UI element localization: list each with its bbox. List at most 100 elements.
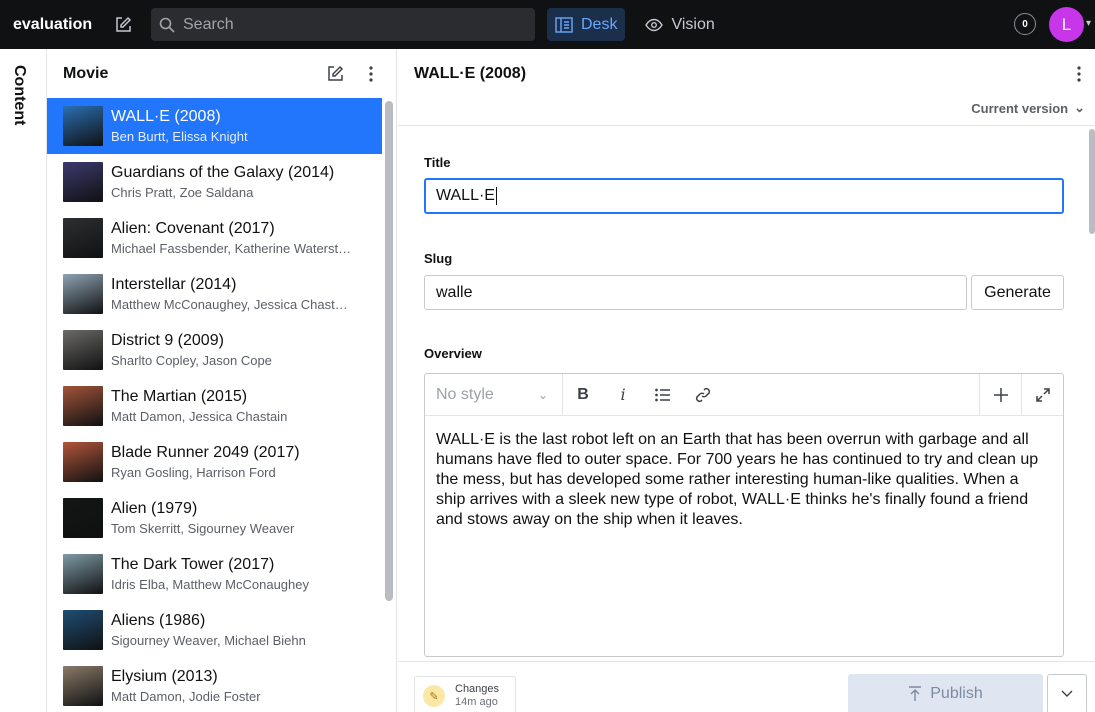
list-title: Movie — [63, 64, 109, 82]
list-item-title: District 9 (2009) — [111, 332, 224, 349]
list-item[interactable]: Aliens (1986) Sigourney Weaver, Michael B… — [47, 602, 382, 658]
chevron-down-icon — [1061, 690, 1073, 697]
editor-toolbar-actions — [979, 374, 1063, 416]
tool-vision[interactable]: Vision — [637, 8, 722, 41]
compose-icon[interactable] — [111, 13, 135, 37]
list-item[interactable]: Blade Runner 2049 (2017) Ryan Gosling, Ha… — [47, 434, 382, 490]
chevron-down-icon: ⌄ — [537, 387, 548, 402]
app-name[interactable]: evaluation — [13, 16, 103, 34]
add-block-icon[interactable] — [979, 374, 1021, 416]
title-field[interactable]: WALL·E — [424, 178, 1064, 214]
list-item-subtitle: Tom Skerritt, Sigourney Weaver — [111, 521, 295, 536]
chevron-down-icon[interactable]: ▾ — [1086, 18, 1091, 29]
list-item-text: WALL·E (2008) Ben Burtt, Elissa Knight — [111, 108, 371, 144]
list-item[interactable]: Interstellar (2014) Matthew McConaughey, … — [47, 266, 382, 322]
top-navbar: evaluation Desk Vision 0 L ▾ — [0, 0, 1095, 49]
tool-desk[interactable]: Desk — [547, 8, 626, 41]
chevron-down-icon: ⌄ — [1074, 100, 1085, 115]
list-item-text: Alien: Covenant (2017) Michael Fassbender… — [111, 220, 371, 256]
rail-content-label[interactable]: Content — [10, 65, 28, 125]
version-selector[interactable]: Current version ⌄ — [971, 100, 1085, 116]
overview-text[interactable]: WALL·E is the last robot left on an Eart… — [425, 416, 1063, 544]
document-scrollbar[interactable] — [1089, 129, 1095, 234]
list-item-title: Elysium (2013) — [111, 668, 218, 685]
list-item[interactable]: Guardians of the Galaxy (2014) Chris Prat… — [47, 154, 382, 210]
list-item-text: Elysium (2013) Matt Damon, Jodie Foster — [111, 668, 371, 704]
movie-poster-thumbnail — [63, 610, 103, 650]
search-input[interactable] — [183, 15, 523, 34]
movie-poster-thumbnail — [63, 218, 103, 258]
tool-desk-label: Desk — [581, 15, 618, 33]
bullet-list-icon[interactable] — [643, 374, 683, 416]
style-select[interactable]: No style ⌄ — [425, 373, 563, 416]
document-editor-pane: WALL·E (2008) Current version ⌄ Title WA… — [398, 49, 1095, 712]
list-item-text: Alien (1979) Tom Skerritt, Sigourney Weav… — [111, 500, 371, 536]
list-item-title: Alien (1979) — [111, 500, 198, 517]
user-avatar[interactable]: L — [1049, 7, 1084, 42]
document-list-pane: Movie WALL·E (2008) Ben Burtt, Elissa Kni… — [47, 49, 397, 712]
list-item-subtitle: Michael Fassbender, Katherine Waterst… — [111, 241, 352, 256]
list-item-subtitle: Idris Elba, Matthew McConaughey — [111, 577, 309, 592]
movie-poster-thumbnail — [63, 666, 103, 706]
text-caret — [495, 187, 497, 205]
list-item-subtitle: Matt Damon, Jessica Chastain — [111, 409, 288, 424]
list-scrollbar[interactable] — [385, 101, 393, 601]
list-item[interactable]: Alien: Covenant (2017) Michael Fassbender… — [47, 210, 382, 266]
editor-toolbar: No style ⌄ B i — [425, 373, 1063, 416]
document-title: WALL·E (2008) — [414, 65, 527, 82]
list-item-subtitle: Ben Burtt, Elissa Knight — [111, 129, 248, 144]
list-item-subtitle: Matthew McConaughey, Jessica Chast… — [111, 297, 348, 312]
fullscreen-icon[interactable] — [1021, 374, 1063, 416]
eye-icon — [645, 18, 664, 31]
movie-poster-thumbnail — [63, 386, 103, 426]
link-icon[interactable] — [683, 374, 723, 416]
list-item-text: The Martian (2015) Matt Damon, Jessica Ch… — [111, 388, 371, 424]
movie-poster-thumbnail — [63, 274, 103, 314]
title-field-value: WALL·E — [436, 187, 495, 204]
slug-field-label: Slug — [424, 251, 453, 266]
movie-list: WALL·E (2008) Ben Burtt, Elissa Knight Gua… — [47, 98, 382, 712]
slug-field[interactable]: walle — [424, 275, 967, 310]
list-item-text: The Dark Tower (2017) Idris Elba, Matthew… — [111, 556, 371, 592]
list-item-subtitle: Matt Damon, Jodie Foster — [111, 689, 261, 704]
list-item[interactable]: District 9 (2009) Sharlto Copley, Jason C… — [47, 322, 382, 378]
list-item-subtitle: Ryan Gosling, Harrison Ford — [111, 465, 276, 480]
list-item[interactable]: The Dark Tower (2017) Idris Elba, Matthew… — [47, 546, 382, 602]
list-header: Movie — [47, 49, 396, 98]
list-item-text: District 9 (2009) Sharlto Copley, Jason C… — [111, 332, 371, 368]
list-item[interactable]: Alien (1979) Tom Skerritt, Sigourney Weav… — [47, 490, 382, 546]
list-menu-icon[interactable] — [356, 59, 386, 89]
italic-icon[interactable]: i — [603, 374, 643, 416]
search-bar[interactable] — [151, 8, 535, 41]
list-item[interactable]: WALL·E (2008) Ben Burtt, Elissa Knight — [47, 98, 382, 154]
publish-button[interactable]: Publish — [848, 674, 1043, 712]
list-item-title: Guardians of the Galaxy (2014) — [111, 164, 335, 181]
changes-timestamp: 14m ago — [455, 696, 498, 708]
document-menu-icon[interactable] — [1064, 59, 1094, 89]
search-icon — [159, 17, 175, 33]
desk-icon — [555, 16, 573, 33]
list-item-title: Interstellar (2014) — [111, 276, 237, 293]
list-item[interactable]: Elysium (2013) Matt Damon, Jodie Foster — [47, 658, 382, 712]
list-item-title: Blade Runner 2049 (2017) — [111, 444, 300, 461]
list-item-text: Guardians of the Galaxy (2014) Chris Prat… — [111, 164, 371, 200]
publish-menu-button[interactable] — [1047, 674, 1087, 712]
overview-editor: No style ⌄ B i WALL·E is the last robot … — [424, 373, 1064, 657]
movie-poster-thumbnail — [63, 330, 103, 370]
changes-button[interactable]: ✎ Changes 14m ago — [414, 676, 516, 712]
bold-icon[interactable]: B — [563, 374, 603, 416]
list-item-title: The Dark Tower (2017) — [111, 556, 275, 573]
list-item-title: Alien: Covenant (2017) — [111, 220, 275, 237]
generate-slug-button[interactable]: Generate — [971, 275, 1064, 310]
presence-count-badge[interactable]: 0 — [1014, 13, 1036, 35]
tool-vision-label: Vision — [671, 15, 715, 33]
create-document-icon[interactable] — [320, 59, 350, 89]
list-item[interactable]: The Martian (2015) Matt Damon, Jessica Ch… — [47, 378, 382, 434]
slug-field-value: walle — [436, 283, 473, 301]
title-field-label: Title — [424, 155, 451, 170]
list-item-text: Blade Runner 2049 (2017) Ryan Gosling, Ha… — [111, 444, 371, 480]
movie-poster-thumbnail — [63, 162, 103, 202]
movie-poster-thumbnail — [63, 442, 103, 482]
list-item-text: Interstellar (2014) Matthew McConaughey, … — [111, 276, 371, 312]
style-select-value: No style — [436, 385, 494, 403]
